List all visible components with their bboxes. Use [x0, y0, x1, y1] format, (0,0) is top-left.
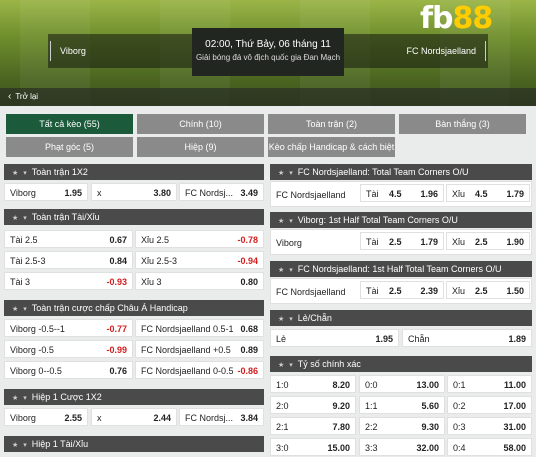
star-icon[interactable]: ★ — [278, 362, 284, 369]
caret-down-icon: ▾ — [289, 218, 293, 225]
odds-cell[interactable]: 0:4 58.00 — [447, 438, 532, 456]
match-hero-banner: fb88 Viborg 02:00, Thứ Bảy, 06 tháng 11 … — [0, 0, 536, 106]
market-header-correct-score[interactable]: ★ ▾ Tỷ số chính xác — [270, 356, 532, 372]
market-header-first-half-over-under[interactable]: ★ ▾ Hiệp 1 Tài/Xỉu — [4, 436, 264, 452]
odds-cell[interactable]: FC Nordsj... 3.84 — [179, 408, 264, 426]
odds-cell[interactable]: Viborg -0.5 -0.99 — [4, 340, 133, 358]
market-header-first-half-team-corners[interactable]: ★ ▾ Viborg: 1st Half Total Team Corners O/… — [270, 212, 532, 228]
star-icon[interactable]: ★ — [12, 170, 18, 177]
caret-down-icon: ▾ — [23, 170, 27, 177]
market-header-team-corners[interactable]: ★ ▾ FC Nordsjaelland: Total Team Corners O… — [270, 164, 532, 180]
market-header-first-half-team-corners-2[interactable]: ★ ▾ FC Nordsjaelland: 1st Half Total Team … — [270, 261, 532, 277]
filter-full-match[interactable]: Toàn trận (2) — [268, 114, 395, 134]
caret-down-icon: ▾ — [289, 170, 293, 177]
market-header-odd-even[interactable]: ★ ▾ Lẻ/Chẵn — [270, 310, 532, 326]
odds-cell[interactable]: Xỉu 2.5 1.90 — [446, 232, 530, 250]
odds-cell[interactable]: FC Nordsj... 3.49 — [179, 183, 264, 201]
caret-down-icon: ▾ — [289, 316, 293, 323]
odds-cell[interactable]: 2:1 7.80 — [270, 417, 356, 435]
filter-all-markets[interactable]: Tất cả kèo (55) — [6, 114, 133, 134]
odds-cell[interactable]: FC Nordsjaelland +0.5 0.89 — [135, 340, 264, 358]
odds-cell[interactable]: 2:2 9.30 — [359, 417, 445, 435]
odds-cell[interactable]: Tài 2.5 0.67 — [4, 230, 133, 248]
caret-down-icon: ▾ — [289, 267, 293, 274]
star-icon[interactable]: ★ — [12, 306, 18, 313]
odds-cell[interactable]: Tài 2.5 1.79 — [360, 232, 444, 250]
filter-corners[interactable]: Phạt góc (5) — [6, 137, 133, 157]
match-datetime-box: 02:00, Thứ Bảy, 06 tháng 11 Giải bóng đá… — [192, 28, 344, 76]
caret-down-icon: ▾ — [23, 306, 27, 313]
back-bar: ‹ Trở lại — [0, 88, 536, 106]
odds-cell[interactable]: x 2.44 — [91, 408, 177, 426]
odds-cell[interactable]: 0:0 13.00 — [359, 375, 445, 393]
star-icon[interactable]: ★ — [278, 218, 284, 225]
odds-cell[interactable]: Tài 2.5-3 0.84 — [4, 251, 133, 269]
star-icon[interactable]: ★ — [12, 395, 18, 402]
star-icon[interactable]: ★ — [278, 170, 284, 177]
odds-cell[interactable]: Xỉu 2.5-3 -0.94 — [135, 251, 264, 269]
odds-cell[interactable]: 3:3 32.00 — [359, 438, 445, 456]
match-datetime: 02:00, Thứ Bảy, 06 tháng 11 — [205, 39, 331, 50]
odds-cell[interactable]: 1:1 5.60 — [359, 396, 445, 414]
brand-logo[interactable]: fb88 — [420, 2, 528, 36]
odds-cell[interactable]: Xỉu 2.5 1.50 — [446, 281, 530, 299]
odds-cell[interactable]: Viborg 0--0.5 0.76 — [4, 361, 133, 379]
odds-cell[interactable]: FC Nordsjaelland 0.5-1 0.68 — [135, 319, 264, 337]
caret-down-icon: ▾ — [289, 362, 293, 369]
odds-cell[interactable]: 1:0 8.20 — [270, 375, 356, 393]
league-name: Giải bóng đá vô địch quốc gia Đan Mạch — [195, 53, 341, 62]
filter-handicap[interactable]: Kèo chấp Handicap & cách biệt (1) — [268, 137, 395, 172]
star-icon[interactable]: ★ — [278, 267, 284, 274]
odds-cell[interactable]: Tài 3 -0.93 — [4, 272, 133, 290]
star-icon[interactable]: ★ — [278, 316, 284, 323]
caret-down-icon: ▾ — [23, 395, 27, 402]
odds-cell[interactable]: Viborg 1.95 — [4, 183, 88, 201]
market-header-1x2[interactable]: ★ ▾ Toàn trận 1X2 — [4, 164, 264, 180]
odds-cell[interactable]: Chẵn 1.89 — [402, 329, 532, 347]
star-icon[interactable]: ★ — [12, 442, 18, 449]
market-header-over-under[interactable]: ★ ▾ Toàn trận Tài/Xỉu — [4, 209, 264, 225]
odds-cell[interactable]: x 3.80 — [91, 183, 177, 201]
odds-cell[interactable]: 3:0 15.00 — [270, 438, 356, 456]
filter-halves[interactable]: Hiệp (9) — [137, 137, 264, 157]
match-info-bar: Viborg 02:00, Thứ Bảy, 06 tháng 11 Giải … — [48, 28, 488, 76]
odds-cell[interactable]: Lẻ 1.95 — [270, 329, 399, 347]
odds-cell[interactable]: Xỉu 4.5 1.79 — [446, 184, 530, 202]
back-button[interactable]: ‹ Trở lại — [8, 88, 38, 106]
odds-cell[interactable]: 0:3 31.00 — [447, 417, 532, 435]
away-team-name: FC Nordsjaelland — [406, 46, 476, 56]
filter-main[interactable]: Chính (10) — [137, 114, 264, 134]
market-header-first-half-1x2[interactable]: ★ ▾ Hiệp 1 Cược 1X2 — [4, 389, 264, 405]
caret-down-icon: ▾ — [23, 442, 27, 449]
odds-cell[interactable]: 0:2 17.00 — [447, 396, 532, 414]
filter-goals[interactable]: Bàn thắng (3) — [399, 114, 526, 134]
odds-cell[interactable]: Tài 4.5 1.96 — [360, 184, 444, 202]
odds-cell[interactable]: Xỉu 3 0.80 — [135, 272, 264, 290]
odds-cell[interactable]: Tài 2.5 2.39 — [360, 281, 444, 299]
odds-cell[interactable]: 0:1 11.00 — [447, 375, 532, 393]
odds-cell[interactable]: Viborg -0.5--1 -0.77 — [4, 319, 133, 337]
team-label: FC Nordsjaelland — [276, 190, 346, 200]
odds-cell[interactable]: Xỉu 2.5 -0.78 — [135, 230, 264, 248]
caret-down-icon: ▾ — [23, 215, 27, 222]
odds-cell[interactable]: FC Nordsjaelland 0-0.5 -0.86 — [135, 361, 264, 379]
odds-cell[interactable]: Viborg 2.55 — [4, 408, 88, 426]
chevron-left-icon: ‹ — [8, 91, 12, 102]
home-team-name: Viborg — [60, 46, 86, 56]
market-header-asian-handicap[interactable]: ★ ▾ Toàn trận cược chấp Châu Á Handicap — [4, 300, 264, 316]
odds-cell[interactable]: 2:0 9.20 — [270, 396, 356, 414]
team-label: Viborg — [276, 238, 302, 248]
star-icon[interactable]: ★ — [12, 215, 18, 222]
team-label: FC Nordsjaelland — [276, 287, 346, 297]
